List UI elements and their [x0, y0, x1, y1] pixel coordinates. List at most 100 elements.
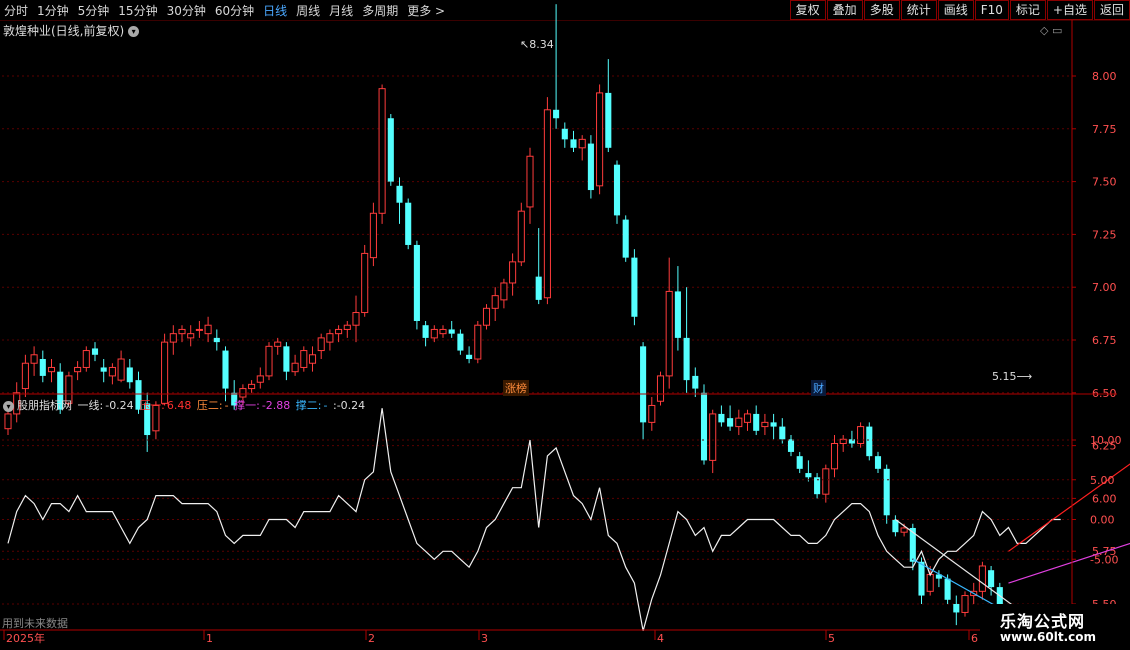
candle	[727, 405, 734, 431]
candle	[422, 320, 429, 347]
candle-body	[805, 473, 812, 478]
candle-body	[47, 366, 56, 373]
candle	[4, 409, 12, 436]
price-tick-label: 6.00	[1092, 492, 1117, 505]
time-label: 6	[971, 632, 978, 645]
price-axis: 8.007.757.507.257.006.756.506.256.005.75…	[1072, 70, 1117, 611]
candle-body	[448, 329, 455, 334]
candle-body	[378, 88, 386, 214]
candle	[213, 329, 220, 351]
price-tick-label: 7.50	[1092, 176, 1117, 189]
candle	[396, 177, 403, 224]
candle	[709, 409, 717, 474]
candle	[343, 320, 351, 338]
candle-body	[204, 324, 212, 335]
candle-body	[248, 383, 256, 390]
candle-body	[256, 375, 264, 383]
candle-body	[169, 333, 177, 343]
candle	[100, 359, 107, 383]
candles	[4, 4, 1056, 650]
ya2-label: 压二:	[196, 399, 223, 412]
chevron-down-icon[interactable]: ▾	[3, 400, 14, 412]
cheng2-value: -	[323, 399, 328, 412]
candle	[274, 337, 282, 355]
candle	[82, 346, 90, 372]
candle-body	[848, 439, 855, 444]
low-marker: 5.15⟶	[992, 370, 1033, 383]
candle	[830, 435, 839, 478]
candle	[761, 413, 769, 436]
candle	[535, 228, 542, 305]
candle-body	[596, 92, 604, 187]
candle-body	[117, 358, 125, 381]
candle-body	[4, 413, 12, 430]
candle-body	[222, 350, 229, 389]
price-tick-label: 7.75	[1092, 123, 1117, 136]
candle-body	[830, 442, 839, 470]
candle	[883, 464, 890, 524]
candle	[178, 325, 186, 343]
candle-body	[553, 109, 560, 119]
cheng1-label: 撑一:	[234, 399, 260, 412]
candle-body	[570, 139, 577, 148]
candle-body	[387, 118, 394, 182]
candle	[700, 384, 708, 465]
candle	[613, 160, 621, 224]
candle	[640, 342, 647, 440]
candle-body	[674, 291, 681, 338]
candle-body	[466, 354, 473, 360]
cheng2-label: 撑二:	[295, 399, 322, 412]
candle	[631, 249, 638, 326]
candle-body	[82, 350, 90, 368]
time-axis: 2025年 1 2 3 4 5 6	[3, 630, 978, 645]
candle-body	[369, 212, 377, 259]
candle	[47, 359, 56, 383]
candle	[978, 561, 986, 600]
zhangbang-badge[interactable]: 涨榜	[503, 380, 529, 396]
candle-body	[126, 367, 133, 383]
candle-body	[857, 426, 865, 444]
candle	[735, 409, 743, 436]
candle-body	[700, 392, 708, 461]
candle-body	[718, 413, 725, 423]
candle	[770, 413, 777, 440]
candle-body	[500, 282, 508, 301]
time-label: 2	[368, 632, 375, 645]
candle	[796, 451, 803, 474]
candle-body	[692, 375, 699, 389]
candle	[753, 405, 760, 436]
candle	[369, 202, 377, 267]
price-tick-label: 7.00	[1092, 281, 1117, 294]
candle-body	[439, 328, 447, 335]
candle	[683, 287, 690, 393]
candle	[874, 451, 882, 474]
candle	[405, 198, 412, 250]
time-label: 1	[206, 632, 213, 645]
candle	[195, 320, 203, 338]
candle	[21, 354, 29, 398]
candle-body	[743, 413, 752, 423]
candle-body	[918, 561, 925, 596]
candle-body	[640, 346, 647, 423]
candle	[474, 320, 482, 364]
watermark-logo: 乐淘公式网 www.60lt.com	[980, 604, 1130, 650]
candle-body	[779, 426, 786, 440]
candle-body	[178, 328, 186, 335]
candle-body	[944, 578, 951, 600]
chart-canvas[interactable]: 8.007.757.507.257.006.756.506.256.005.75…	[0, 0, 1130, 650]
candle	[605, 59, 612, 153]
indicator-tick-label: 10.00	[1090, 434, 1122, 447]
price-tick-label: 6.75	[1092, 334, 1117, 347]
time-label: 4	[657, 632, 664, 645]
candle-body	[543, 109, 551, 299]
candle	[578, 135, 586, 161]
candle	[74, 361, 82, 381]
main-grid	[2, 75, 1070, 605]
candle-body	[361, 252, 369, 314]
indicator-title[interactable]: ▾ 股朋指标网 一线: -0.24 压一: 6.48 压二: - 撑一: -2.88 撑二…	[3, 397, 367, 413]
candle-body	[561, 128, 568, 140]
candle-body	[683, 337, 690, 381]
cai-badge[interactable]: 财	[811, 380, 826, 396]
candle	[587, 135, 594, 199]
candle-body	[509, 261, 517, 284]
